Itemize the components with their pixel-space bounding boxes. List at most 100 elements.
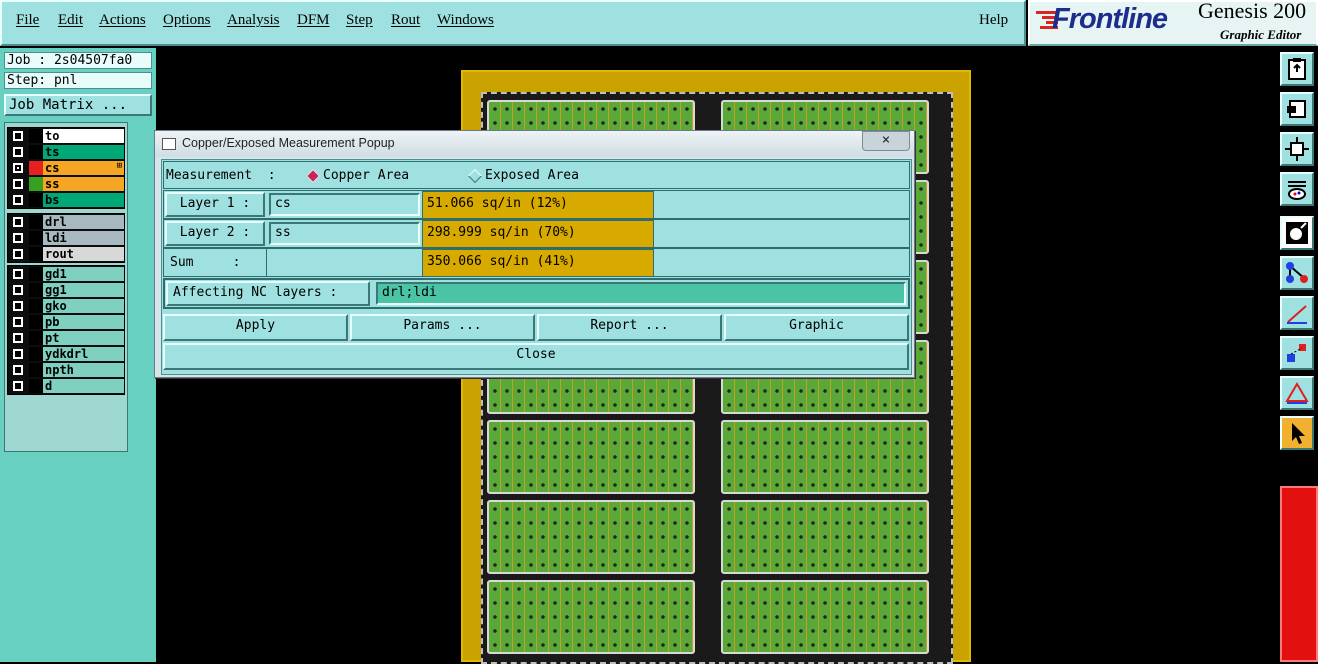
- affecting-nc-button[interactable]: Affecting NC layers :: [166, 281, 370, 306]
- layer-color-swatch[interactable]: [29, 145, 43, 159]
- layer-color-swatch[interactable]: [29, 267, 43, 281]
- menu-rout[interactable]: Rout: [391, 12, 420, 29]
- layer-color-swatch[interactable]: [29, 299, 43, 313]
- menu-windows[interactable]: Windows: [437, 12, 494, 29]
- menu-options[interactable]: Options: [163, 12, 211, 29]
- layer-name[interactable]: ydkdrl: [43, 347, 124, 361]
- layer-name[interactable]: gg1: [43, 283, 124, 297]
- layer-checkbox[interactable]: [13, 179, 23, 189]
- layer-checkbox[interactable]: [13, 249, 23, 259]
- layer-checkbox[interactable]: [13, 163, 23, 173]
- layer-row-bs[interactable]: bs: [8, 192, 124, 208]
- close-icon[interactable]: ×: [862, 131, 910, 151]
- layer-name[interactable]: rout: [43, 247, 124, 261]
- layer-name[interactable]: pt: [43, 331, 124, 345]
- affecting-nc-input[interactable]: drl;ldi: [376, 282, 906, 305]
- copper-area-label[interactable]: Copper Area: [323, 168, 409, 184]
- layer-name[interactable]: ts: [43, 145, 124, 159]
- graphic-button[interactable]: Graphic: [724, 314, 909, 341]
- layer-color-swatch[interactable]: [29, 177, 43, 191]
- layer-color-swatch[interactable]: [29, 247, 43, 261]
- layer-row-pb[interactable]: pb: [8, 314, 124, 330]
- layer-checkbox[interactable]: [13, 195, 23, 205]
- layer-checkbox[interactable]: [13, 233, 23, 243]
- layer-name[interactable]: d: [43, 379, 124, 393]
- layer-checkbox[interactable]: [13, 301, 23, 311]
- menu-dfm[interactable]: DFM: [297, 12, 330, 29]
- network-icon[interactable]: [1280, 256, 1314, 290]
- layer-color-swatch[interactable]: [29, 379, 43, 393]
- layer-row-gg1[interactable]: gg1: [8, 282, 124, 298]
- layer-row-gd1[interactable]: gd1: [8, 266, 124, 282]
- params-button[interactable]: Params ...: [350, 314, 535, 341]
- layer-checkbox[interactable]: [13, 217, 23, 227]
- triangle-icon[interactable]: [1280, 376, 1314, 410]
- layer2-button[interactable]: Layer 2 :: [165, 221, 265, 246]
- menu-file[interactable]: File: [16, 12, 39, 29]
- close-button[interactable]: Close: [163, 343, 909, 370]
- layer-row-npth[interactable]: npth: [8, 362, 124, 378]
- menu-analysis[interactable]: Analysis: [227, 12, 280, 29]
- menu-edit[interactable]: Edit: [58, 12, 83, 29]
- copper-area-radio[interactable]: [305, 168, 321, 184]
- layer2-input[interactable]: ss: [269, 222, 420, 245]
- exposed-area-radio[interactable]: [467, 168, 483, 184]
- window-icon[interactable]: [1280, 92, 1314, 126]
- layer-row-to[interactable]: to: [8, 128, 124, 144]
- layer-color-swatch[interactable]: [29, 315, 43, 329]
- layer-checkbox[interactable]: [13, 381, 23, 391]
- layer-row-d[interactable]: d: [8, 378, 124, 394]
- layer-name[interactable]: to: [43, 129, 124, 143]
- layer-row-rout[interactable]: rout: [8, 246, 124, 262]
- layer-color-swatch[interactable]: [29, 347, 43, 361]
- snap-icon[interactable]: [1280, 336, 1314, 370]
- layer-color-swatch[interactable]: [29, 331, 43, 345]
- layer-color-swatch[interactable]: [29, 129, 43, 143]
- layer-name[interactable]: pb: [43, 315, 124, 329]
- layer-row-gko[interactable]: gko: [8, 298, 124, 314]
- layer-checkbox[interactable]: [13, 365, 23, 375]
- palette-icon[interactable]: [1280, 172, 1314, 206]
- layer-color-swatch[interactable]: [29, 193, 43, 207]
- layer-row-pt[interactable]: pt: [8, 330, 124, 346]
- apply-button[interactable]: Apply: [163, 314, 348, 341]
- layer-name[interactable]: drl: [43, 215, 124, 229]
- layer-checkbox[interactable]: [13, 349, 23, 359]
- report-button[interactable]: Report ...: [537, 314, 722, 341]
- layer-row-drl[interactable]: drl: [8, 214, 124, 230]
- layer-name[interactable]: npth: [43, 363, 124, 377]
- measure-icon[interactable]: [1280, 296, 1314, 330]
- layer-name[interactable]: bs: [43, 193, 124, 207]
- layer-color-swatch[interactable]: [29, 231, 43, 245]
- layer-color-swatch[interactable]: [29, 283, 43, 297]
- layer1-button[interactable]: Layer 1 :: [165, 192, 265, 217]
- exposed-area-label[interactable]: Exposed Area: [485, 168, 579, 184]
- layer-color-swatch[interactable]: [29, 363, 43, 377]
- job-matrix-button[interactable]: Job Matrix ...: [4, 94, 152, 116]
- layer-name[interactable]: ldi: [43, 231, 124, 245]
- gear-box-icon[interactable]: [1280, 216, 1314, 250]
- layer-name[interactable]: gd1: [43, 267, 124, 281]
- layer-checkbox[interactable]: [13, 285, 23, 295]
- menu-actions[interactable]: Actions: [99, 12, 146, 29]
- layer-checkbox[interactable]: [13, 269, 23, 279]
- layer-color-swatch[interactable]: [29, 215, 43, 229]
- layer-color-swatch[interactable]: [29, 161, 43, 175]
- layer-name[interactable]: ss: [43, 177, 124, 191]
- layer-row-ss[interactable]: ss: [8, 176, 124, 192]
- layer1-input[interactable]: cs: [269, 193, 420, 216]
- layer-checkbox[interactable]: [13, 317, 23, 327]
- dialog-titlebar[interactable]: Copper/Exposed Measurement Popup: [155, 131, 914, 157]
- layer-row-ydkdrl[interactable]: ydkdrl: [8, 346, 124, 362]
- layer-checkbox[interactable]: [13, 147, 23, 157]
- menu-step[interactable]: Step: [346, 12, 373, 29]
- layer-checkbox[interactable]: [13, 131, 23, 141]
- menu-help[interactable]: Help: [979, 12, 1008, 29]
- clipboard-icon[interactable]: [1280, 52, 1314, 86]
- layer-row-ldi[interactable]: ldi: [8, 230, 124, 246]
- layer-name[interactable]: gko: [43, 299, 124, 313]
- layer-row-cs[interactable]: cs ⊞: [8, 160, 124, 176]
- fit-icon[interactable]: [1280, 132, 1314, 166]
- layer-name[interactable]: cs: [43, 161, 124, 175]
- layer-row-ts[interactable]: ts: [8, 144, 124, 160]
